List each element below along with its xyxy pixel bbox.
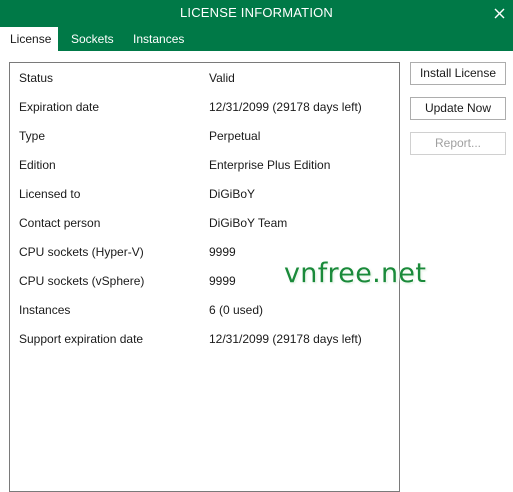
title-bar: LICENSE INFORMATION: [0, 0, 513, 27]
info-value: 9999: [209, 245, 236, 259]
info-value: DiGiBoY Team: [209, 216, 288, 230]
info-value: 6 (0 used): [209, 303, 264, 317]
info-row-instances: Instances 6 (0 used): [10, 300, 399, 320]
report-button: Report...: [410, 132, 506, 155]
watermark: vnfree.net: [284, 258, 427, 289]
info-label: CPU sockets (Hyper-V): [19, 245, 144, 259]
content-area: Status Valid Expiration date 12/31/2099 …: [0, 51, 513, 492]
info-value: Perpetual: [209, 129, 261, 143]
close-button[interactable]: [489, 3, 509, 23]
tab-bar: License Sockets Instances: [0, 27, 513, 51]
info-row-edition: Edition Enterprise Plus Edition: [10, 155, 399, 175]
info-label: Status: [19, 71, 54, 85]
tab-instances[interactable]: Instances: [124, 27, 193, 51]
info-label: Type: [19, 129, 46, 143]
info-value: DiGiBoY: [209, 187, 256, 201]
window-title: LICENSE INFORMATION: [179, 5, 334, 20]
install-license-button[interactable]: Install License: [410, 62, 506, 85]
info-row-contact-person: Contact person DiGiBoY Team: [10, 213, 399, 233]
info-label: Support expiration date: [19, 332, 144, 346]
info-label: Licensed to: [19, 187, 81, 201]
info-row-type: Type Perpetual: [10, 126, 399, 146]
info-label: Instances: [19, 303, 71, 317]
info-value: Valid: [209, 71, 235, 85]
info-label: Expiration date: [19, 100, 100, 114]
update-now-button[interactable]: Update Now: [410, 97, 506, 120]
info-row-support-expiration-date: Support expiration date 12/31/2099 (2917…: [10, 329, 399, 349]
info-value: Enterprise Plus Edition: [209, 158, 331, 172]
info-value: 9999: [209, 274, 236, 288]
tab-license[interactable]: License: [0, 27, 58, 51]
info-label: Contact person: [19, 216, 101, 230]
tab-sockets[interactable]: Sockets: [62, 27, 123, 51]
info-label: CPU sockets (vSphere): [19, 274, 145, 288]
info-value: 12/31/2099 (29178 days left): [209, 100, 362, 114]
info-label: Edition: [19, 158, 56, 172]
info-row-licensed-to: Licensed to DiGiBoY: [10, 184, 399, 204]
info-row-expiration-date: Expiration date 12/31/2099 (29178 days l…: [10, 97, 399, 117]
info-row-status: Status Valid: [10, 68, 399, 88]
close-icon: [494, 8, 504, 18]
info-value: 12/31/2099 (29178 days left): [209, 332, 362, 346]
